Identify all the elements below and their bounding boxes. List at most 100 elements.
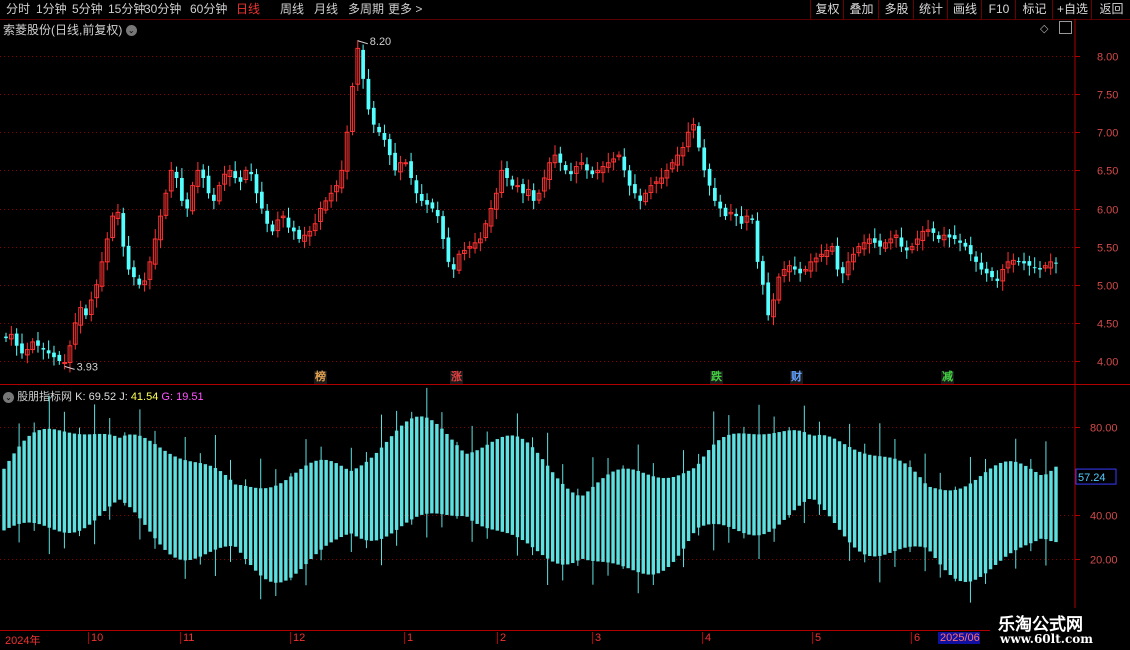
tab-1[interactable]: 1分钟 — [36, 2, 67, 16]
indicator-bar — [87, 434, 92, 525]
date-label: 2 — [497, 632, 506, 644]
indicator-bar — [586, 491, 590, 561]
indicator-bar — [374, 452, 379, 541]
indicator-bar — [1034, 471, 1038, 542]
candle — [312, 213, 318, 236]
candle — [579, 152, 585, 170]
indicator-bar — [671, 476, 676, 562]
indicator-bar — [384, 441, 389, 537]
indicator-bar — [555, 478, 560, 564]
indicator-bar — [22, 440, 26, 523]
toolbar-button-3[interactable]: 统计 — [913, 0, 948, 19]
toolbar-button-5[interactable]: F10 — [981, 0, 1016, 19]
toolbar-button-8[interactable]: 返回 — [1091, 0, 1130, 19]
indicator-bar — [304, 439, 308, 586]
candle — [936, 231, 941, 243]
indicator-bar — [269, 487, 273, 582]
candle — [867, 233, 872, 254]
indicator-bar — [460, 450, 464, 517]
indicator-bar — [218, 471, 223, 548]
indicator-bar — [420, 416, 424, 515]
indicator-bar — [641, 472, 645, 574]
candle — [595, 161, 600, 180]
indicator-bar — [948, 490, 952, 576]
watermark-url: www.60lt.com — [1000, 632, 1093, 646]
tab-2[interactable]: 5分钟 — [72, 2, 103, 16]
event-tag[interactable]: 涨 — [450, 371, 463, 384]
candle — [398, 155, 403, 181]
indicator-bar — [314, 460, 318, 555]
indicator-bar — [993, 465, 998, 565]
indicator-bar — [611, 471, 615, 564]
indicator-bar — [863, 443, 867, 563]
indicator-bar — [17, 423, 21, 543]
tab-0[interactable]: 分时 — [6, 2, 30, 16]
date-label: 10 — [88, 632, 103, 644]
candle — [541, 169, 547, 198]
tab-5[interactable]: 60分钟 — [190, 2, 227, 16]
candlestick-chart[interactable]: 8.00 7.50 7.00 6.50 6.00 5.50 5.00 4.50 4.00 8.20… — [0, 19, 1130, 385]
toolbar-button-7[interactable]: +自选 — [1052, 0, 1092, 19]
candle — [1027, 255, 1032, 276]
tab-9[interactable]: 多周期 — [348, 2, 384, 16]
candle — [190, 181, 195, 215]
tab-6[interactable]: 日线 — [236, 2, 260, 16]
tab-7[interactable]: 周线 — [280, 2, 304, 16]
candle — [755, 212, 760, 269]
indicator-chart[interactable]: 80.00 40.00 20.00 57.24 — [0, 385, 1130, 631]
indicator-bar — [581, 495, 585, 559]
tab-8[interactable]: 月线 — [314, 2, 338, 16]
candle — [1005, 251, 1011, 274]
indicator-bar — [737, 433, 741, 532]
event-tag[interactable]: 财 — [790, 371, 803, 384]
toolbar-button-0[interactable]: 复权 — [810, 0, 844, 19]
candle — [14, 328, 19, 356]
indicator-bar — [490, 441, 494, 530]
indicator-bar — [928, 486, 932, 552]
candle — [633, 174, 637, 199]
toolbar-button-1[interactable]: 叠加 — [843, 0, 879, 19]
tab-4[interactable]: 30分钟 — [144, 2, 181, 16]
indicator-bar — [772, 416, 776, 542]
indicator-bar — [37, 430, 41, 525]
candle — [680, 142, 686, 166]
candle — [446, 227, 451, 268]
event-tag[interactable]: 跌 — [710, 371, 723, 384]
indicator-bar — [52, 429, 57, 530]
candle — [243, 166, 249, 184]
candle — [222, 165, 227, 191]
indicator-bar — [32, 422, 36, 531]
candle — [1048, 253, 1054, 275]
candle — [350, 82, 355, 136]
indicator-bar — [394, 410, 399, 546]
tab-10[interactable]: 更多 > — [388, 2, 422, 16]
candle — [84, 304, 88, 320]
toolbar-button-4[interactable]: 画线 — [947, 0, 982, 19]
indicator-bar — [203, 464, 208, 555]
indicator-bar — [294, 472, 298, 574]
indicator-bar — [264, 488, 268, 580]
candle — [521, 178, 525, 204]
tab-3[interactable]: 15分钟 — [108, 2, 145, 16]
candle — [771, 293, 776, 326]
candle — [472, 232, 478, 254]
candle — [979, 252, 984, 275]
indicator-bar — [656, 477, 661, 574]
candle — [723, 203, 728, 220]
indicator-bar — [998, 462, 1003, 561]
event-tag[interactable]: 榜 — [314, 371, 327, 384]
toolbar-button-6[interactable]: 标记 — [1015, 0, 1053, 19]
indicator-bar — [857, 451, 862, 552]
event-tag[interactable]: 减 — [941, 371, 954, 384]
indicator-bar — [822, 435, 827, 510]
y-tick-label: 5.50 — [1097, 243, 1118, 255]
candle — [872, 228, 877, 249]
date-label: 4 — [702, 632, 711, 644]
candle — [515, 177, 521, 193]
toolbar-button-2[interactable]: 多股 — [878, 0, 914, 19]
candle — [558, 146, 563, 172]
indicator-bar — [747, 433, 751, 535]
candle — [1010, 253, 1016, 273]
candle — [163, 189, 169, 220]
indicator-bar — [47, 395, 52, 555]
